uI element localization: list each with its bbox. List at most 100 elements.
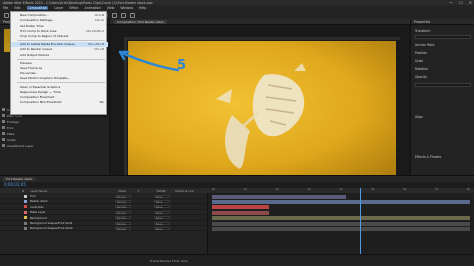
layer-label-color[interactable]: [24, 199, 27, 203]
layer-name: Background: [30, 215, 47, 220]
menu-item-label: Add Output Module: [20, 52, 50, 57]
tab-timeline[interactable]: Fork Beater stack: [3, 177, 36, 181]
composition-menu-item[interactable]: Composition Mini-Flowchart Tab: [11, 100, 108, 105]
layer-parent-dropdown[interactable]: None: [154, 205, 170, 209]
composition-menu-item[interactable]: Save Motion Graphics Template...: [11, 76, 108, 81]
layer-mode-dropdown[interactable]: Normal: [115, 226, 131, 231]
composition-menu-item[interactable]: Responsive Design — Time: [11, 90, 108, 95]
layer-label-color[interactable]: [24, 216, 27, 220]
layer-label-color[interactable]: [24, 221, 27, 225]
time-ruler-tick: 3s: [307, 188, 311, 191]
timeline-layer-row[interactable]: Background shapes/Fork text2 Normal None: [0, 226, 208, 232]
layer-mode-dropdown[interactable]: Normal: [115, 205, 131, 209]
timeline-layer-row[interactable]: Background shapes/Fork text1 Normal None: [0, 221, 208, 226]
layer-parent-dropdown[interactable]: None: [154, 210, 170, 215]
composition-menu-item[interactable]: Set Poster Time: [11, 23, 108, 28]
project-item[interactable]: Solids: [2, 137, 16, 142]
composition-menu-item[interactable]: Preview: [11, 61, 108, 66]
time-ruler-tick: 4s: [339, 188, 343, 191]
tab-composition[interactable]: Composition: Fork Beater stack: [114, 19, 167, 24]
time-ruler-tick: 6s: [403, 188, 407, 191]
menu-edit[interactable]: Edit: [14, 6, 20, 10]
composition-menu-item[interactable]: Pre-render...: [11, 71, 108, 76]
menu-composition[interactable]: Composition: [26, 6, 49, 10]
composition-menu-item[interactable]: Add Output Module: [11, 52, 108, 57]
layer-duration-bar[interactable]: [212, 226, 470, 231]
layer-duration-bar[interactable]: [212, 199, 470, 204]
composition-menu-item[interactable]: Save Frame As: [11, 66, 108, 71]
menu-item-label: Responsive Design — Time: [20, 89, 61, 94]
layer-label-color[interactable]: [24, 210, 27, 214]
layer-mode-dropdown[interactable]: Normal: [115, 221, 131, 226]
composition-menu-item[interactable]: Add to Render Queue Ctrl+M: [11, 47, 108, 52]
menu-item-shortcut: Ctrl+N: [94, 13, 104, 18]
composition-menu-item[interactable]: New Composition... Ctrl+N: [11, 13, 108, 18]
menu-item-label: Composition Settings...: [20, 18, 55, 23]
menu-window[interactable]: Window: [120, 6, 133, 10]
menu-view[interactable]: View: [107, 6, 115, 10]
layer-label-color[interactable]: [24, 226, 27, 230]
layer-switches: Normal None: [115, 221, 170, 226]
footage-icon: [2, 126, 5, 129]
roto-tool-icon[interactable]: [121, 12, 126, 18]
layer-parent-dropdown[interactable]: None: [154, 221, 170, 226]
panel-row[interactable]: Align: [415, 115, 423, 119]
layer-duration-bar[interactable]: [212, 210, 269, 215]
layer-label-color[interactable]: [24, 205, 27, 209]
panel-row[interactable]: Transform: [415, 29, 430, 33]
layer-duration-bar[interactable]: [212, 216, 470, 221]
menu-help[interactable]: Help: [139, 6, 146, 10]
composition-menu-item[interactable]: Open in Essential Graphics: [11, 84, 108, 89]
timeline-tracks[interactable]: 0s 1s 2s 3s 4s 5s 6s 7s 8s: [208, 188, 474, 254]
layer-duration-bar[interactable]: [212, 205, 269, 210]
playhead[interactable]: [359, 188, 361, 254]
layer-parent-dropdown[interactable]: None: [154, 199, 170, 204]
menu-animation[interactable]: Animation: [85, 6, 101, 10]
home-icon[interactable]: [4, 12, 9, 18]
menu-effect[interactable]: Effect: [69, 6, 78, 10]
composition-menu-item[interactable]: Composition Settings... Ctrl+K: [11, 18, 108, 23]
timeline-layer-row[interactable]: Beater stack Normal None: [0, 199, 208, 205]
properties-panel-header: Properties: [411, 19, 474, 25]
menu-item-label: Open in Essential Graphics: [20, 84, 61, 89]
timeline-layer-row[interactable]: Controller Normal None: [0, 205, 208, 210]
project-item[interactable]: Footage: [2, 119, 19, 124]
puppet-tool-icon[interactable]: [130, 12, 135, 18]
menu-file[interactable]: File: [3, 6, 8, 10]
composition-menu-item[interactable]: Trim Comp to Work Area Ctrl+Shift+X: [11, 29, 108, 34]
panel-row: Anchor Point: [415, 43, 435, 47]
layer-mode-dropdown[interactable]: Normal: [115, 199, 131, 204]
layer-parent-dropdown[interactable]: None: [154, 216, 170, 220]
project-item[interactable]: Adjustment Layer: [2, 143, 34, 148]
opacity-field[interactable]: [415, 83, 471, 87]
timeline-layer-row[interactable]: Plate Layer Normal None: [0, 210, 208, 216]
col-header: T: [137, 188, 140, 193]
layer-parent-dropdown[interactable]: None: [154, 226, 170, 231]
time-ruler-tick: 8s: [466, 188, 470, 191]
menu-item-label: Trim Comp to Work Area: [20, 28, 57, 33]
annotation-arrow: [118, 50, 180, 72]
time-ruler[interactable]: 0s 1s 2s 3s 4s 5s 6s 7s 8s: [208, 188, 474, 193]
layer-parent-dropdown[interactable]: None: [154, 194, 170, 199]
layer-label-color[interactable]: [24, 194, 27, 198]
panel-row[interactable]: Effects & Presets: [415, 155, 441, 159]
menu-layer[interactable]: Layer: [54, 6, 63, 10]
project-item[interactable]: Fork: [2, 125, 13, 130]
layer-mode-dropdown[interactable]: Normal: [115, 194, 131, 199]
layer-mode-dropdown[interactable]: Normal: [115, 216, 131, 220]
composition-menu-item[interactable]: Crop Comp to Region of Interest: [11, 34, 108, 39]
anchor-point-field[interactable]: [415, 35, 471, 39]
layer-duration-bar[interactable]: [212, 194, 347, 199]
timeline-layer-row[interactable]: Fork Normal None: [0, 194, 208, 199]
layer-duration-bar[interactable]: [212, 221, 470, 226]
eraser-tool-icon[interactable]: [112, 12, 117, 18]
layer-mode-dropdown[interactable]: Normal: [115, 210, 131, 215]
timeline-layer-row[interactable]: Background Normal None: [0, 216, 208, 221]
layer-name: Plate Layer: [30, 210, 46, 215]
menu-item-label: Add to Render Queue: [20, 47, 53, 52]
menu-item-shortcut: Ctrl+Alt+M: [88, 42, 104, 47]
project-item[interactable]: Plate: [2, 131, 15, 136]
composition-menu-item[interactable]: Composition Flowchart: [11, 95, 108, 100]
menu-item-label: New Composition...: [20, 13, 50, 18]
composition-menu-item[interactable]: Add to Adobe Media Encoder Queue... Ctrl+…: [11, 42, 108, 47]
